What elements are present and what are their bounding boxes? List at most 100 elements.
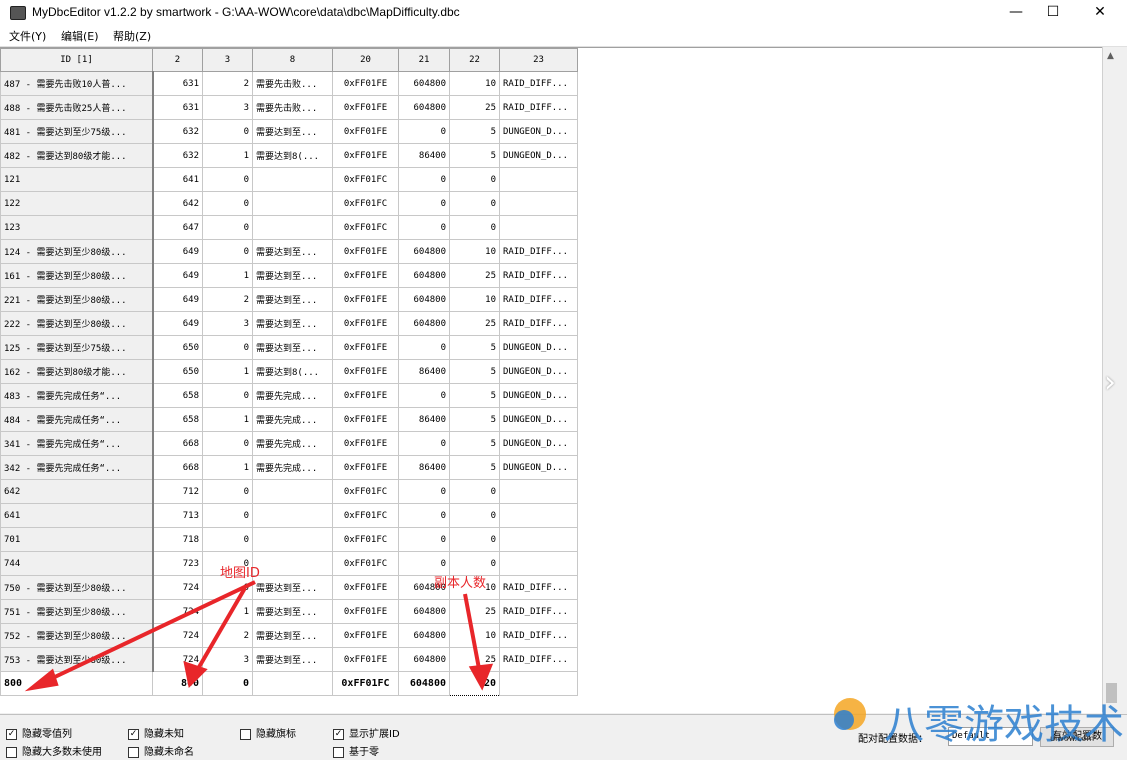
table-cell[interactable]: 642 — [152, 191, 203, 216]
row-id-cell[interactable]: 488 - 需要先击败25人普... — [0, 95, 154, 120]
table-cell[interactable]: 649 — [152, 311, 203, 336]
table-cell[interactable]: 0 — [449, 479, 500, 504]
table-cell[interactable]: 0 — [202, 191, 253, 216]
table-cell[interactable]: 0 — [202, 383, 253, 408]
table-cell[interactable]: 0xFF01FE — [332, 623, 399, 648]
row-id-cell[interactable]: 482 - 需要达到80级才能... — [0, 143, 154, 168]
edit-cell[interactable]: 0xFF01FC — [332, 671, 399, 696]
checkbox-checked-icon[interactable]: ✓ — [6, 728, 17, 740]
table-cell[interactable]: 需要先完成... — [252, 407, 333, 432]
scroll-up-icon[interactable]: ▲ — [1107, 51, 1114, 61]
table-row[interactable]: 488 - 需要先击败25人普... 631 3 需要先击败... 0xFF01FE 60… — [0, 95, 578, 120]
table-cell[interactable]: 0 — [202, 335, 253, 360]
table-row[interactable]: 481 - 需要达到至少75级... 632 0 需要达到至... 0xFF01FE 0 5… — [0, 119, 578, 144]
table-cell[interactable]: RAID_DIFF... — [499, 239, 578, 264]
table-cell[interactable]: DUNGEON_D... — [499, 383, 578, 408]
table-row[interactable]: 162 - 需要达到80级才能... 650 1 需要达到8(... 0xFF01FE 8… — [0, 359, 578, 384]
column-header-2[interactable]: 2 — [152, 48, 203, 72]
table-row[interactable]: 483 - 需要先完成任务“... 658 0 需要先完成... 0xFF01FE 0 5 D… — [0, 383, 578, 408]
table-cell[interactable]: RAID_DIFF... — [499, 575, 578, 600]
table-cell[interactable]: 631 — [152, 95, 203, 120]
table-row[interactable]: 121 641 0 0xFF01FC 0 0 — [0, 167, 578, 192]
table-row[interactable]: 124 - 需要达到至少80级... 649 0 需要达到至... 0xFF01FE 60… — [0, 239, 578, 264]
table-cell[interactable]: 604800 — [398, 311, 450, 336]
table-cell[interactable]: 0xFF01FE — [332, 95, 399, 120]
table-cell[interactable]: 1 — [202, 455, 253, 480]
table-row[interactable]: 342 - 需要先完成任务“... 668 1 需要先完成... 0xFF01FE 864… — [0, 455, 578, 480]
option-hide-most-unused[interactable]: 隐藏大多数未使用 — [6, 743, 102, 758]
table-cell[interactable]: 641 — [152, 167, 203, 192]
menu-help[interactable]: 帮助(Z) — [113, 28, 151, 44]
option-show-ext-id[interactable]: ✓ 显示扩展ID — [333, 725, 400, 740]
table-cell[interactable]: DUNGEON_D... — [499, 335, 578, 360]
table-cell[interactable]: 需要先完成... — [252, 383, 333, 408]
table-cell[interactable]: 604800 — [398, 263, 450, 288]
table-cell[interactable]: 0 — [202, 431, 253, 456]
table-cell[interactable]: 0xFF01FC — [332, 551, 399, 576]
menu-edit[interactable]: 编辑(E) — [61, 28, 99, 44]
table-cell[interactable]: 0 — [398, 479, 450, 504]
table-cell[interactable]: 0 — [398, 431, 450, 456]
table-cell[interactable]: 3 — [202, 95, 253, 120]
table-row[interactable]: 744 723 0 0xFF01FC 0 0 — [0, 551, 578, 576]
row-id-cell[interactable]: 123 — [0, 215, 154, 240]
table-cell[interactable] — [252, 479, 333, 504]
row-id-cell[interactable]: 121 — [0, 167, 154, 192]
table-cell[interactable]: 需要达到至... — [252, 287, 333, 312]
new-record-row[interactable]: 800 800 0 0xFF01FC 604800 20 — [0, 671, 578, 696]
table-cell[interactable]: DUNGEON_D... — [499, 431, 578, 456]
table-cell[interactable]: 0xFF01FC — [332, 215, 399, 240]
checkbox-icon[interactable] — [240, 728, 251, 740]
table-cell[interactable]: 0 — [202, 215, 253, 240]
table-cell[interactable]: 86400 — [398, 359, 450, 384]
table-cell[interactable]: 0 — [202, 167, 253, 192]
table-cell[interactable]: 0 — [449, 527, 500, 552]
row-id-cell[interactable]: 753 - 需要达到至少80级... — [0, 647, 154, 672]
table-cell[interactable] — [499, 503, 578, 528]
table-cell[interactable]: 需要达到至... — [252, 623, 333, 648]
table-cell[interactable]: RAID_DIFF... — [499, 599, 578, 624]
table-row[interactable]: 341 - 需要先完成任务“... 668 0 需要先完成... 0xFF01FE 0 5 D… — [0, 431, 578, 456]
table-cell[interactable]: 需要达到至... — [252, 311, 333, 336]
checkbox-icon[interactable] — [128, 746, 139, 758]
table-cell[interactable]: 632 — [152, 143, 203, 168]
column-header-1[interactable]: ID [1] — [0, 48, 153, 72]
table-cell[interactable]: 1 — [202, 263, 253, 288]
edit-cell[interactable] — [499, 671, 578, 696]
option-hide-unknown[interactable]: ✓ 隐藏未知 — [128, 725, 184, 740]
table-row[interactable]: 482 - 需要达到80级才能... 632 1 需要达到8(... 0xFF01FE 8… — [0, 143, 578, 168]
table-cell[interactable]: 86400 — [398, 143, 450, 168]
table-cell[interactable]: 724 — [152, 575, 203, 600]
table-cell[interactable]: 需要先完成... — [252, 455, 333, 480]
table-cell[interactable]: 668 — [152, 431, 203, 456]
column-header-7[interactable]: 22 — [449, 48, 500, 72]
table-cell[interactable]: 713 — [152, 503, 203, 528]
table-cell[interactable]: 0xFF01FE — [332, 119, 399, 144]
column-header-8[interactable]: 23 — [499, 48, 578, 72]
table-cell[interactable]: 10 — [449, 623, 500, 648]
table-cell[interactable]: 0xFF01FE — [332, 311, 399, 336]
option-base-zero[interactable]: 基于零 — [333, 743, 379, 758]
table-cell[interactable]: 5 — [449, 383, 500, 408]
checkbox-icon[interactable] — [6, 746, 17, 758]
table-cell[interactable] — [252, 167, 333, 192]
table-cell[interactable]: 需要先击败... — [252, 95, 333, 120]
table-row[interactable]: 122 642 0 0xFF01FC 0 0 — [0, 191, 578, 216]
table-cell[interactable]: RAID_DIFF... — [499, 647, 578, 672]
table-cell[interactable]: 需要达到8(... — [252, 359, 333, 384]
table-cell[interactable]: 10 — [449, 287, 500, 312]
table-cell[interactable]: 25 — [449, 647, 500, 672]
table-cell[interactable]: 需要达到至... — [252, 239, 333, 264]
table-cell[interactable]: 0xFF01FE — [332, 575, 399, 600]
table-cell[interactable]: 650 — [152, 359, 203, 384]
checkbox-checked-icon[interactable]: ✓ — [128, 728, 139, 740]
table-cell[interactable]: 5 — [449, 143, 500, 168]
table-cell[interactable]: 724 — [152, 599, 203, 624]
table-cell[interactable]: 86400 — [398, 455, 450, 480]
table-cell[interactable]: RAID_DIFF... — [499, 95, 578, 120]
table-cell[interactable]: 需要先击败... — [252, 71, 333, 96]
table-cell[interactable]: DUNGEON_D... — [499, 359, 578, 384]
table-cell[interactable]: 724 — [152, 647, 203, 672]
table-cell[interactable]: 0xFF01FE — [332, 407, 399, 432]
table-cell[interactable]: 25 — [449, 311, 500, 336]
